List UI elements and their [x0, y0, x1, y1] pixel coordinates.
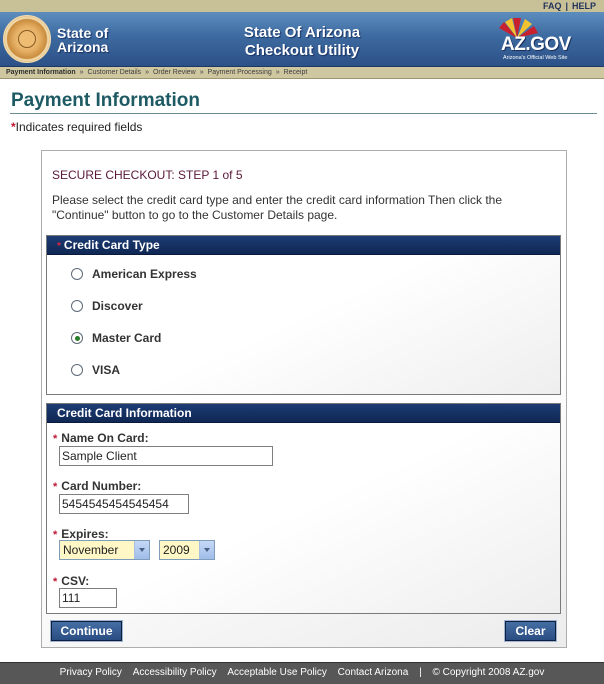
breadcrumb-separator: » — [145, 69, 149, 76]
breadcrumb-payment-information: Payment Information — [6, 69, 76, 76]
breadcrumb-customer-details: Customer Details — [87, 69, 142, 76]
expires-label-text: Expires: — [61, 527, 109, 541]
breadcrumb-payment-processing: Payment Processing — [207, 69, 272, 76]
credit-card-type-heading: * Credit Card Type — [47, 236, 560, 255]
radio-option-discover[interactable]: Discover — [71, 298, 143, 314]
expires-label: * Expires: — [53, 527, 109, 541]
privacy-policy-link[interactable]: Privacy Policy — [60, 667, 122, 678]
card-number-input[interactable]: 5454545454545454 — [59, 494, 189, 514]
credit-card-info-section: Credit Card Information * Name On Card: S… — [46, 403, 561, 614]
help-link[interactable]: HELP — [572, 1, 596, 11]
state-seal-icon[interactable] — [3, 15, 51, 63]
credit-card-type-section: * Credit Card Type American Express Disco… — [46, 235, 561, 395]
csv-label: * CSV: — [53, 574, 89, 588]
app-title-line1: State Of Arizona — [243, 24, 361, 41]
required-fields-text: Indicates required fields — [15, 120, 143, 134]
radio-option-american-express[interactable]: American Express — [71, 266, 197, 282]
credit-card-info-heading: Credit Card Information — [47, 404, 560, 423]
name-on-card-label-text: Name On Card: — [61, 431, 149, 445]
step-title: SECURE CHECKOUT: STEP 1 of 5 — [52, 168, 243, 182]
instructions-text: Please select the credit card type and e… — [52, 193, 503, 222]
expires-year-select[interactable]: 2009 — [159, 540, 215, 560]
site-header: State of Arizona State Of Arizona Checko… — [0, 12, 604, 67]
radio-label: VISA — [92, 363, 121, 377]
chevron-down-icon[interactable] — [199, 541, 214, 559]
radio-button-icon[interactable] — [71, 268, 83, 280]
required-asterisk: * — [53, 433, 58, 445]
required-asterisk: * — [53, 576, 58, 588]
breadcrumb-separator: » — [275, 69, 280, 76]
expires-month-value: November — [63, 543, 119, 557]
credit-card-type-title: Credit Card Type — [63, 238, 160, 252]
site-footer: Privacy Policy Accessibility Policy Acce… — [0, 662, 604, 684]
required-fields-note: *Indicates required fields — [11, 120, 142, 134]
card-number-label: * Card Number: — [53, 479, 141, 493]
footer-separator: | — [419, 667, 422, 678]
csv-input[interactable]: 111 — [59, 588, 117, 608]
app-title: State Of Arizona Checkout Utility — [200, 24, 404, 60]
azgov-tagline: Arizona's Official Web Site — [503, 55, 568, 61]
required-asterisk: * — [57, 241, 61, 252]
azgov-logo[interactable]: AZ.GOV Arizona's Official Web Site — [485, 16, 590, 64]
acceptable-use-policy-link[interactable]: Acceptable Use Policy — [227, 667, 327, 678]
title-divider — [10, 113, 597, 114]
expires-year-value: 2009 — [163, 543, 190, 557]
radio-option-visa[interactable]: VISA — [71, 362, 120, 378]
checkout-panel: SECURE CHECKOUT: STEP 1 of 5 Please sele… — [41, 150, 567, 648]
name-on-card-input[interactable]: Sample Client — [59, 446, 273, 466]
csv-label-text: CSV: — [61, 574, 90, 588]
continue-button[interactable]: Continue — [50, 620, 123, 642]
utility-separator: | — [565, 1, 568, 11]
radio-label: Discover — [92, 299, 143, 313]
name-on-card-label: * Name On Card: — [53, 431, 149, 445]
card-number-label-text: Card Number: — [61, 479, 142, 493]
copyright-text: © Copyright 2008 AZ.gov — [432, 667, 545, 678]
required-asterisk: * — [53, 481, 58, 493]
utility-bar: FAQ | HELP — [0, 0, 604, 12]
azgov-logo-text: AZ.GOV — [501, 34, 571, 55]
radio-button-icon[interactable] — [71, 300, 83, 312]
page-title: Payment Information — [11, 90, 200, 111]
breadcrumb-separator: » — [79, 69, 84, 76]
breadcrumb: Payment Information » Customer Details »… — [0, 67, 604, 79]
app-title-line2: Checkout Utility — [244, 42, 360, 59]
radio-option-master-card[interactable]: Master Card — [71, 330, 161, 346]
state-name-line2: Arizona — [57, 39, 109, 55]
radio-button-icon[interactable] — [71, 364, 83, 376]
chevron-down-icon[interactable] — [134, 541, 149, 559]
faq-link[interactable]: FAQ — [543, 1, 562, 11]
radio-label: Master Card — [92, 331, 162, 345]
contact-arizona-link[interactable]: Contact Arizona — [338, 667, 409, 678]
accessibility-policy-link[interactable]: Accessibility Policy — [133, 667, 217, 678]
state-name[interactable]: State of Arizona — [57, 26, 108, 54]
state-name-line1: State of — [57, 25, 109, 41]
radio-label: American Express — [92, 267, 197, 281]
breadcrumb-order-review: Order Review — [152, 69, 196, 76]
clear-button[interactable]: Clear — [504, 620, 557, 642]
breadcrumb-separator: » — [199, 69, 204, 76]
breadcrumb-receipt: Receipt — [283, 69, 308, 76]
radio-button-selected-icon[interactable] — [71, 332, 83, 344]
required-asterisk: * — [53, 529, 58, 541]
expires-month-select[interactable]: November — [59, 540, 150, 560]
